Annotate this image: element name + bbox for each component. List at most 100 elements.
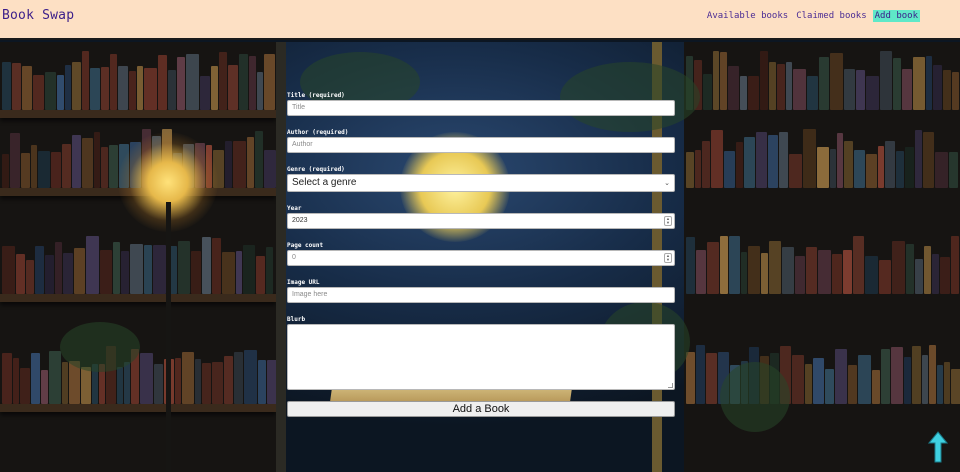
book-spine [825,369,834,404]
book-spine [902,69,912,110]
book-spine [45,72,56,110]
book-spine [913,57,925,110]
book-spine [266,247,273,294]
book-spine [915,130,922,188]
add-book-button[interactable]: Add a Book [287,401,675,417]
book-spine [813,358,824,404]
book-spine [944,362,950,404]
genre-label: Genre (required) [287,166,345,173]
book-spine [866,76,879,110]
book-spine [951,369,960,404]
book-spine [90,68,100,110]
book-spine [782,247,794,294]
page-count-input[interactable]: 0 ▲ ▼ [287,250,675,266]
image-url-input[interactable]: Image here [287,287,675,303]
book-spine [200,76,210,110]
book-spine [74,248,85,294]
book-spine [72,62,81,110]
book-spine [951,236,959,294]
shelf-board [0,404,276,412]
book-spine [2,353,12,404]
book-spine [21,153,30,188]
book-spine [82,51,89,110]
book-spine [2,62,11,110]
year-stepper-icon[interactable]: ▲ ▼ [664,216,672,226]
book-spine [807,76,818,110]
book-spine [832,254,842,294]
book-spine [256,256,265,294]
book-spine [724,151,735,188]
book-spine [2,154,9,188]
image-url-placeholder: Image here [292,291,328,298]
blurb-textarea[interactable] [287,324,675,390]
book-spine [905,147,914,188]
book-spine [140,353,153,404]
book-spine [10,133,20,188]
title-input[interactable]: Title [287,100,675,116]
book-spine [933,65,942,110]
book-spine [879,260,891,294]
book-spine [225,141,232,188]
book-spine [236,251,242,294]
book-spine [177,57,185,110]
book-spine [830,149,836,188]
book-spine [234,352,243,404]
book-spine [257,72,263,110]
book-spine [748,246,760,294]
book-spine [224,356,233,404]
arrow-up-icon[interactable] [928,430,948,464]
book-spine [178,241,190,294]
book-spine [740,76,747,110]
book-spine [110,54,117,110]
book-spine [191,251,201,294]
book-spine [130,244,143,294]
nav-add-book[interactable]: Add book [872,10,920,22]
genre-select[interactable]: Select a genre ⌄ [287,174,675,192]
book-spine [49,351,61,404]
page-count-stepper-icon[interactable]: ▲ ▼ [664,253,672,263]
nav-available-books[interactable]: Available books [705,10,790,22]
author-input[interactable]: Author [287,137,675,153]
book-spine [219,52,227,110]
book-spine [729,236,740,294]
page-count-placeholder: 0 [292,254,296,261]
book-spine [844,141,853,188]
book-spine [258,360,266,404]
resize-handle-icon[interactable] [668,383,673,388]
book-spine [872,370,880,404]
book-spine [222,252,235,294]
image-url-label: Image URL [287,279,320,286]
book-spine [249,56,256,110]
book-spine [62,144,71,188]
book-spine [728,66,739,110]
book-spine [124,362,130,404]
book-spine [243,245,255,294]
book-spine [100,250,112,294]
book-spine [129,71,136,110]
book-spine [843,250,852,294]
book-spine [702,141,710,188]
shelf-board [0,294,276,302]
brand-logo[interactable]: Book Swap [2,8,74,23]
genre-selected-value: Select a genre [292,177,357,188]
book-spine [182,352,194,404]
book-spine [20,368,30,404]
book-spine [244,350,257,404]
year-input[interactable]: 2023 ▲ ▼ [287,213,675,229]
book-spine [835,349,847,404]
book-spine [756,132,767,188]
book-spine [760,51,768,110]
book-spine [144,245,152,294]
main-nav: Available books Claimed books Add book [705,10,920,22]
book-spine [777,64,785,110]
book-spine [94,132,100,188]
book-spine [893,58,901,110]
book-spine [929,345,936,404]
nav-claimed-books[interactable]: Claimed books [794,10,868,22]
bookshelf [0,42,279,472]
book-spine [16,254,25,294]
shelf-board [0,110,276,118]
book-spine [769,241,781,294]
book-spine [896,151,904,188]
book-spine [741,252,747,294]
